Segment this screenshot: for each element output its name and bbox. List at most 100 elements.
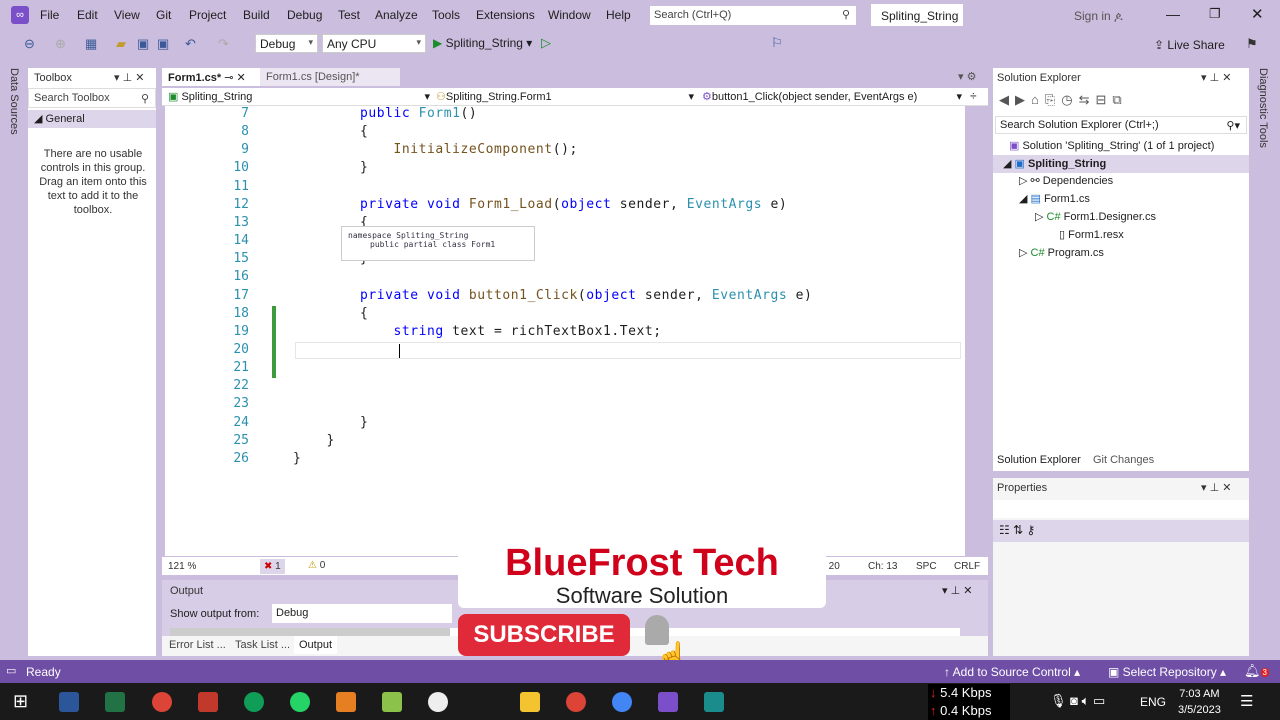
search-input[interactable]: Search (Ctrl+Q) ⚲ (650, 6, 856, 25)
warnings-badge[interactable]: ⚠ 0 (308, 560, 325, 571)
save-all-icon[interactable]: ▣ (157, 36, 169, 52)
close-button[interactable]: ✕ (1251, 5, 1264, 23)
feedback-icon[interactable]: ⚑ (1246, 36, 1258, 52)
whatsapp-icon[interactable] (290, 692, 310, 712)
toolbox-controls-icon[interactable]: ▾ ⊥ ✕ (114, 71, 144, 84)
live-share-button[interactable]: ⇪ Live Share (1154, 38, 1225, 52)
file-explorer-icon[interactable] (520, 692, 540, 712)
app-icon[interactable] (428, 692, 448, 712)
menu-help[interactable]: Help (606, 8, 631, 22)
warning-count: 0 (319, 560, 326, 571)
chrome-icon[interactable] (244, 692, 264, 712)
redo-icon[interactable]: ↷ (218, 36, 229, 52)
menu-edit[interactable]: Edit (77, 8, 98, 22)
visual-studio-icon[interactable] (658, 692, 678, 712)
tab-task-list[interactable]: Task List ... (235, 639, 290, 651)
split-icon[interactable]: ÷ (970, 89, 977, 103)
chrome-icon[interactable] (566, 692, 586, 712)
tab-git-changes[interactable]: Git Changes (1089, 452, 1158, 468)
tab-output[interactable]: Output (294, 636, 338, 654)
zoom-select[interactable]: 121 % (168, 561, 196, 572)
tab-solution-explorer[interactable]: Solution Explorer (993, 452, 1085, 468)
line-number: 23 (233, 396, 249, 412)
configuration-select[interactable]: Debug (255, 34, 318, 53)
pin-icon[interactable]: ⊸ ✕ (224, 72, 246, 84)
menu-git[interactable]: Git (156, 8, 171, 22)
tab-form1-cs[interactable]: Form1.cs* ⊸ ✕ (162, 68, 260, 86)
menu-window[interactable]: Window (548, 8, 591, 22)
menu-test[interactable]: Test (338, 8, 360, 22)
app-icon[interactable] (704, 692, 724, 712)
menu-analyze[interactable]: Analyze (375, 8, 418, 22)
clock[interactable]: 7:03 AM 3/5/2023 (1178, 686, 1221, 718)
add-to-source-control[interactable]: ↑ Add to Source Control ▴ (944, 665, 1080, 679)
panel-controls-icon[interactable]: ▾ ⊥ ✕ (1201, 481, 1231, 494)
open-icon[interactable]: ▰ (116, 36, 126, 52)
undo-icon[interactable]: ↶ (185, 36, 196, 52)
tree-form1-resx[interactable]: ▯ Form1.resx (1059, 228, 1124, 241)
app-icon[interactable] (382, 692, 402, 712)
menu-view[interactable]: View (114, 8, 140, 22)
new-project-icon[interactable]: ▦ (85, 36, 97, 52)
toolbox-group-general[interactable]: ◢ General (28, 110, 156, 128)
toolbox-search-placeholder: Search Toolbox (34, 92, 110, 104)
line-ending[interactable]: CRLF (954, 561, 980, 572)
windows-start-icon[interactable]: ⊞ (13, 691, 28, 712)
back-icon[interactable]: ⊖ (24, 36, 35, 52)
notifications-icon[interactable]: 🔔︎ 3 (1244, 663, 1269, 679)
minimize-button[interactable]: — (1166, 6, 1180, 22)
language-indicator[interactable]: ENG (1140, 695, 1166, 709)
tray-icons[interactable]: 🎙︎ ◙ 🔈︎ ▭ (1050, 693, 1105, 709)
tree-program-cs[interactable]: ▷ C# Program.cs (1019, 246, 1104, 259)
tooltip-namespace: namespace Spliting_String (348, 231, 469, 240)
bookmark-icon[interactable]: ⚐ (771, 35, 783, 51)
action-center-icon[interactable]: ☰ (1240, 692, 1253, 710)
chrome-icon[interactable] (152, 692, 172, 712)
errors-badge[interactable]: ✖ 1 (260, 559, 285, 574)
menu-debug[interactable]: Debug (287, 8, 322, 22)
subscribe-button[interactable]: SUBSCRIBE (458, 614, 630, 656)
app-icon[interactable] (198, 692, 218, 712)
menu-extensions[interactable]: Extensions (476, 8, 535, 22)
tree-project[interactable]: ◢ ▣ Spliting_String (993, 155, 1249, 173)
diagnostic-tools-tab[interactable]: Diagnostic Tools (1257, 68, 1269, 148)
class-nav-select[interactable]: ⚇Spliting_String.Form1 ▾ (436, 90, 694, 103)
chrome-icon[interactable] (612, 692, 632, 712)
solution-search-input[interactable]: Search Solution Explorer (Ctrl+;) ⚲▾ (995, 116, 1247, 134)
app-icon[interactable] (336, 692, 356, 712)
start-without-debug-icon[interactable]: ▷ (541, 35, 551, 51)
output-source-select[interactable]: Debug (272, 604, 452, 623)
tab-error-list[interactable]: Error List ... (169, 639, 226, 651)
sign-in-link[interactable]: Sign in ዾ (1074, 9, 1123, 24)
panel-controls-icon[interactable]: ▾ ⊥ ✕ (1201, 71, 1231, 84)
platform-select[interactable]: Any CPU (322, 34, 426, 53)
member-nav-select[interactable]: ⚙button1_Click(object sender, EventArgs … (702, 90, 962, 103)
menu-file[interactable]: File (40, 8, 59, 22)
whitespace-mode[interactable]: SPC (916, 561, 937, 572)
menu-project[interactable]: Project (189, 8, 226, 22)
editor-nav-bar: ▣ Spliting_String ▾ ⚇Spliting_String.Form… (162, 88, 988, 106)
properties-object-select[interactable] (993, 500, 1249, 518)
toolbox-search-input[interactable]: Search Toolbox ⚲ (28, 88, 156, 108)
output-controls-icon[interactable]: ▾ ⊥ ✕ (942, 584, 972, 597)
tab-form1-design[interactable]: Form1.cs [Design]* (260, 68, 400, 86)
tree-dependencies[interactable]: ▷ ⚯ Dependencies (1019, 174, 1113, 187)
save-icon[interactable]: ▣ (137, 36, 149, 52)
project-nav-select[interactable]: ▣ Spliting_String ▾ (168, 90, 430, 103)
tree-form1-cs[interactable]: ◢ ▤ Form1.cs (1019, 192, 1090, 205)
forward-icon[interactable]: ⊕ (55, 36, 66, 52)
select-repository[interactable]: ▣ Select Repository ▴ (1108, 665, 1226, 679)
word-icon[interactable] (59, 692, 79, 712)
excel-icon[interactable] (105, 692, 125, 712)
start-button[interactable]: ▶ Spliting_String ▾ (433, 36, 532, 50)
data-sources-tab[interactable]: Data Sources (8, 68, 20, 135)
settings-icon[interactable]: ▾ ⚙ (958, 70, 976, 83)
scroll-thumb[interactable] (170, 628, 450, 636)
restore-button[interactable]: ❐ (1209, 6, 1221, 22)
line-number: 10 (233, 160, 249, 176)
menu-tools[interactable]: Tools (432, 8, 460, 22)
code-editor[interactable]: 7 public Form1() 8 {9 InitializeComponent… (165, 106, 965, 556)
tree-form1-designer[interactable]: ▷ C# Form1.Designer.cs (1035, 210, 1156, 223)
tree-solution[interactable]: ▣ Solution 'Spliting_String' (1 of 1 pro… (1009, 139, 1214, 152)
menu-build[interactable]: Build (243, 8, 270, 22)
